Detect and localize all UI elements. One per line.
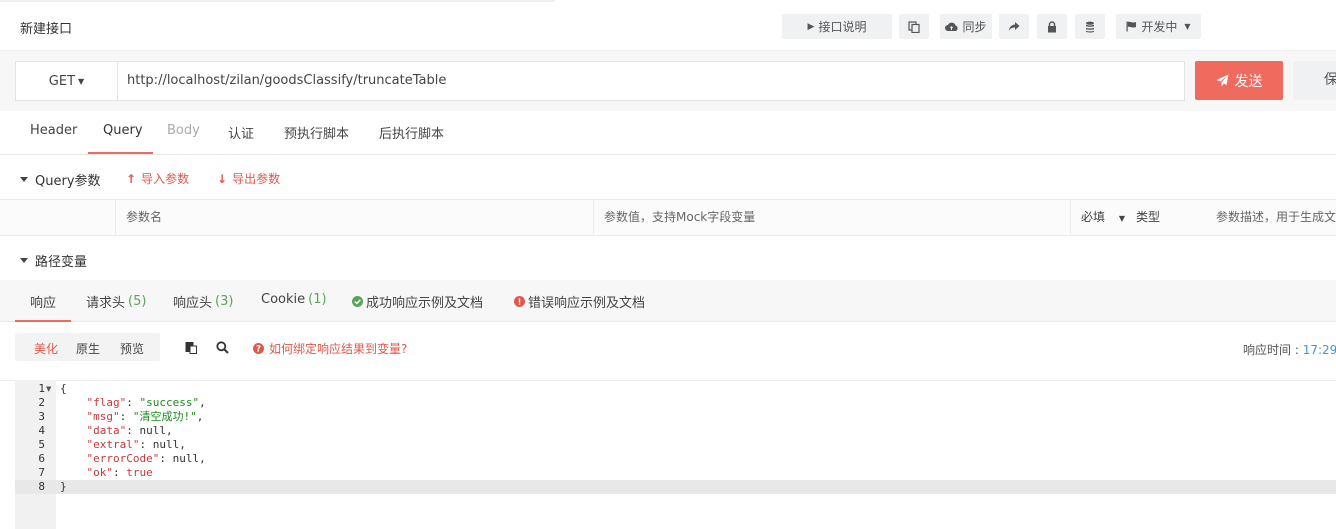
tab-error-doc[interactable]: 错误响应示例及文档 — [514, 292, 645, 311]
copy-button[interactable] — [899, 14, 929, 39]
code-line: "errorCode": null, — [86, 452, 206, 465]
lock-button[interactable] — [1037, 14, 1067, 39]
json-value: null — [139, 424, 167, 437]
line-number: 3 — [38, 410, 45, 423]
exclamation-circle-icon — [514, 296, 525, 307]
param-desc-cell[interactable]: 参数描述，用于生成文 — [1206, 200, 1336, 235]
chevron-down-icon: ▼ — [78, 76, 85, 86]
json-value: "清空成功!" — [132, 410, 197, 423]
tab-post-script[interactable]: 后执行脚本 — [379, 123, 444, 142]
save-button[interactable]: 保 — [1293, 61, 1336, 100]
response-time: 响应时间 : 17:29:3 — [1243, 343, 1336, 357]
response-tabs: 响应 请求头 (5) 响应头 (3) Cookie (1) 成功响应示例及文档 … — [0, 280, 1336, 322]
active-tab-indicator — [88, 152, 153, 154]
json-value: "success" — [139, 396, 200, 409]
method-select[interactable]: GET ▼ — [15, 61, 117, 101]
json-value: null — [172, 452, 200, 465]
bind-result-help-link[interactable]: ? 如何绑定响应结果到变量? — [253, 340, 407, 357]
tab-cookie[interactable]: Cookie (1) — [261, 292, 327, 307]
code-line: "ok": true — [86, 466, 153, 479]
lock-icon — [1048, 20, 1056, 32]
top-bar: 新建接口 ▶ 接口说明 同步 开发中 ▼ — [0, 0, 1336, 51]
export-params-link[interactable]: ↓ 导出参数 — [217, 170, 280, 187]
paper-plane-icon — [1216, 74, 1228, 87]
json-value: true — [126, 466, 153, 479]
fold-caret-icon[interactable]: ▼ — [46, 385, 51, 393]
tab-success-doc[interactable]: 成功响应示例及文档 — [352, 292, 483, 311]
line-number: 5 — [38, 438, 45, 451]
status-dropdown[interactable]: 开发中 ▼ — [1116, 14, 1201, 39]
line-number: 2 — [38, 396, 45, 409]
page-title: 新建接口 — [20, 22, 73, 37]
import-params-link[interactable]: ↑ 导入参数 — [126, 170, 189, 187]
code-line: "flag": "success", — [86, 396, 206, 409]
database-button[interactable] — [1075, 14, 1105, 39]
code-line: { — [60, 382, 67, 395]
sync-button[interactable]: 同步 — [940, 14, 992, 39]
line-number: 4 — [38, 424, 45, 437]
check-circle-icon — [352, 296, 363, 307]
tab-body[interactable]: Body — [167, 123, 200, 138]
code-line: "extral": null, — [86, 438, 186, 451]
chevron-down-icon: ▼ — [1184, 22, 1191, 31]
arrow-up-icon: ↑ — [126, 171, 137, 186]
svg-text:?: ? — [256, 345, 261, 354]
view-mode-toggle: 美化 原生 预览 — [15, 333, 160, 361]
path-vars-toggle[interactable]: 路径变量 — [20, 251, 87, 270]
query-section-toggle[interactable]: Query参数 — [20, 170, 101, 189]
required-toggle[interactable]: 必填 ▼ — [1070, 200, 1126, 235]
param-name-cell[interactable]: 参数名 — [115, 200, 593, 235]
api-doc-button[interactable]: ▶ 接口说明 — [782, 14, 892, 39]
tab-response-headers[interactable]: 响应头 (3) — [173, 292, 233, 311]
type-select[interactable]: 类型 ▼ — [1126, 200, 1190, 258]
question-circle-icon: ? — [253, 343, 264, 354]
title-tab-underline — [0, 0, 555, 2]
line-number: 1 — [38, 382, 45, 395]
send-button[interactable]: 发送 — [1195, 61, 1283, 100]
tab-query[interactable]: Query — [103, 123, 143, 138]
caret-down-icon — [20, 258, 28, 263]
line-number: 6 — [38, 452, 45, 465]
paste-icon[interactable] — [185, 341, 197, 354]
tab-pre-script[interactable]: 预执行脚本 — [284, 123, 349, 142]
url-input[interactable]: http://localhost/zilan/goodsClassify/tru… — [117, 61, 1185, 101]
code-line: "data": null, — [86, 424, 173, 437]
code-line: } — [60, 480, 67, 493]
param-header-row: 参数名 参数值，支持Mock字段变量 必填 ▼ 类型 ▼ 参数描述，用于生成文 — [0, 199, 1336, 258]
param-value-cell[interactable]: 参数值，支持Mock字段变量 — [593, 200, 1070, 235]
tab-request-headers[interactable]: 请求头 (5) — [86, 292, 146, 311]
line-number: 8 — [38, 480, 45, 493]
tab-auth[interactable]: 认证 — [228, 123, 254, 142]
cloud-upload-icon — [945, 22, 959, 31]
json-key: "extral" — [86, 438, 140, 451]
json-key: "data" — [86, 424, 127, 437]
preview-option[interactable]: 预览 — [120, 340, 144, 357]
json-key: "errorCode" — [86, 452, 160, 465]
json-key: "ok" — [86, 466, 114, 479]
beautify-option[interactable]: 美化 — [34, 340, 58, 357]
raw-option[interactable]: 原生 — [76, 340, 100, 357]
copy-icon — [908, 20, 920, 33]
tab-header[interactable]: Header — [30, 123, 77, 138]
search-icon[interactable] — [216, 341, 229, 354]
caret-right-icon: ▶ — [807, 21, 815, 32]
active-line-highlight — [15, 480, 1336, 494]
arrow-down-icon: ↓ — [217, 171, 228, 186]
caret-down-icon — [20, 177, 28, 182]
path-vars-section: 路径变量 — [0, 236, 1336, 280]
share-icon — [1008, 22, 1020, 31]
request-tabs: Header Query Body 认证 预执行脚本 后执行脚本 — [0, 111, 1336, 155]
json-value: null — [152, 438, 180, 451]
code-line: "msg": "清空成功!", — [86, 410, 204, 423]
database-icon — [1086, 21, 1094, 32]
tab-response[interactable]: 响应 — [30, 292, 56, 311]
flag-icon — [1126, 21, 1137, 32]
response-toolbar — [0, 322, 1336, 380]
query-section: Query参数 ↑ 导入参数 ↓ 导出参数 — [0, 155, 1336, 199]
share-button[interactable] — [999, 14, 1029, 39]
caret-down-icon: ▼ — [1118, 214, 1125, 223]
line-number: 7 — [38, 466, 45, 479]
json-key: "msg" — [86, 410, 120, 423]
json-key: "flag" — [86, 396, 127, 409]
